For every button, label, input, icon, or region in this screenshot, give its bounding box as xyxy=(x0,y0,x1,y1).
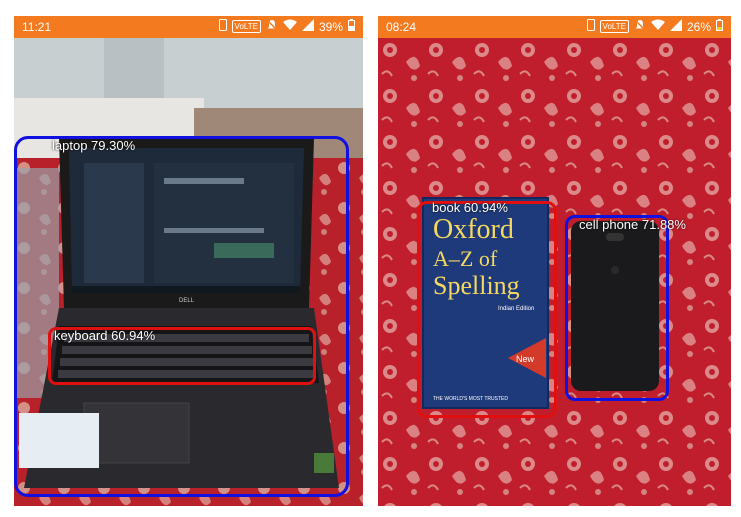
wifi-icon xyxy=(282,19,297,34)
volte-badge: VoLTE xyxy=(599,20,629,33)
mute-bell-icon xyxy=(266,19,278,34)
battery-icon xyxy=(348,19,355,34)
status-icons: VoLTE 26% xyxy=(586,19,723,34)
detection-label-book: book 60.94% xyxy=(432,200,508,215)
phone-screenshot-laptop: 11:21 VoLTE 39% DELL laptop 79.30% keybo… xyxy=(14,16,363,506)
battery-icon xyxy=(716,19,723,34)
battery-percent: 26% xyxy=(686,19,711,34)
camera-scene: DELL laptop 79.30% keyboard 60.94% xyxy=(14,38,363,506)
detection-label-laptop: laptop 79.30% xyxy=(52,138,136,153)
status-time: 08:24 xyxy=(386,20,417,34)
detection-box-laptop xyxy=(14,136,349,497)
phone-icon xyxy=(586,19,595,34)
camera-scene: Oxford A–Z of Spelling Indian Edition Ne… xyxy=(378,38,731,506)
volte-badge: VoLTE xyxy=(231,20,261,33)
phone-screenshot-book-phone: 08:24 VoLTE 26% Oxford A–Z of Spelling I… xyxy=(378,16,731,506)
status-bar: 08:24 VoLTE 26% xyxy=(378,16,731,38)
detection-box-cell-phone xyxy=(565,215,669,401)
status-bar: 11:21 VoLTE 39% xyxy=(14,16,363,38)
signal-icon xyxy=(301,19,314,34)
detection-label-keyboard: keyboard 60.94% xyxy=(54,328,156,343)
phone-icon xyxy=(218,19,227,34)
detection-box-book xyxy=(417,201,557,418)
detection-label-cell-phone: cell phone 71.88% xyxy=(579,217,686,232)
battery-percent: 39% xyxy=(318,19,343,34)
status-time: 11:21 xyxy=(22,20,52,34)
mute-bell-icon xyxy=(634,19,646,34)
wifi-icon xyxy=(650,19,665,34)
signal-icon xyxy=(669,19,682,34)
status-icons: VoLTE 39% xyxy=(218,19,355,34)
